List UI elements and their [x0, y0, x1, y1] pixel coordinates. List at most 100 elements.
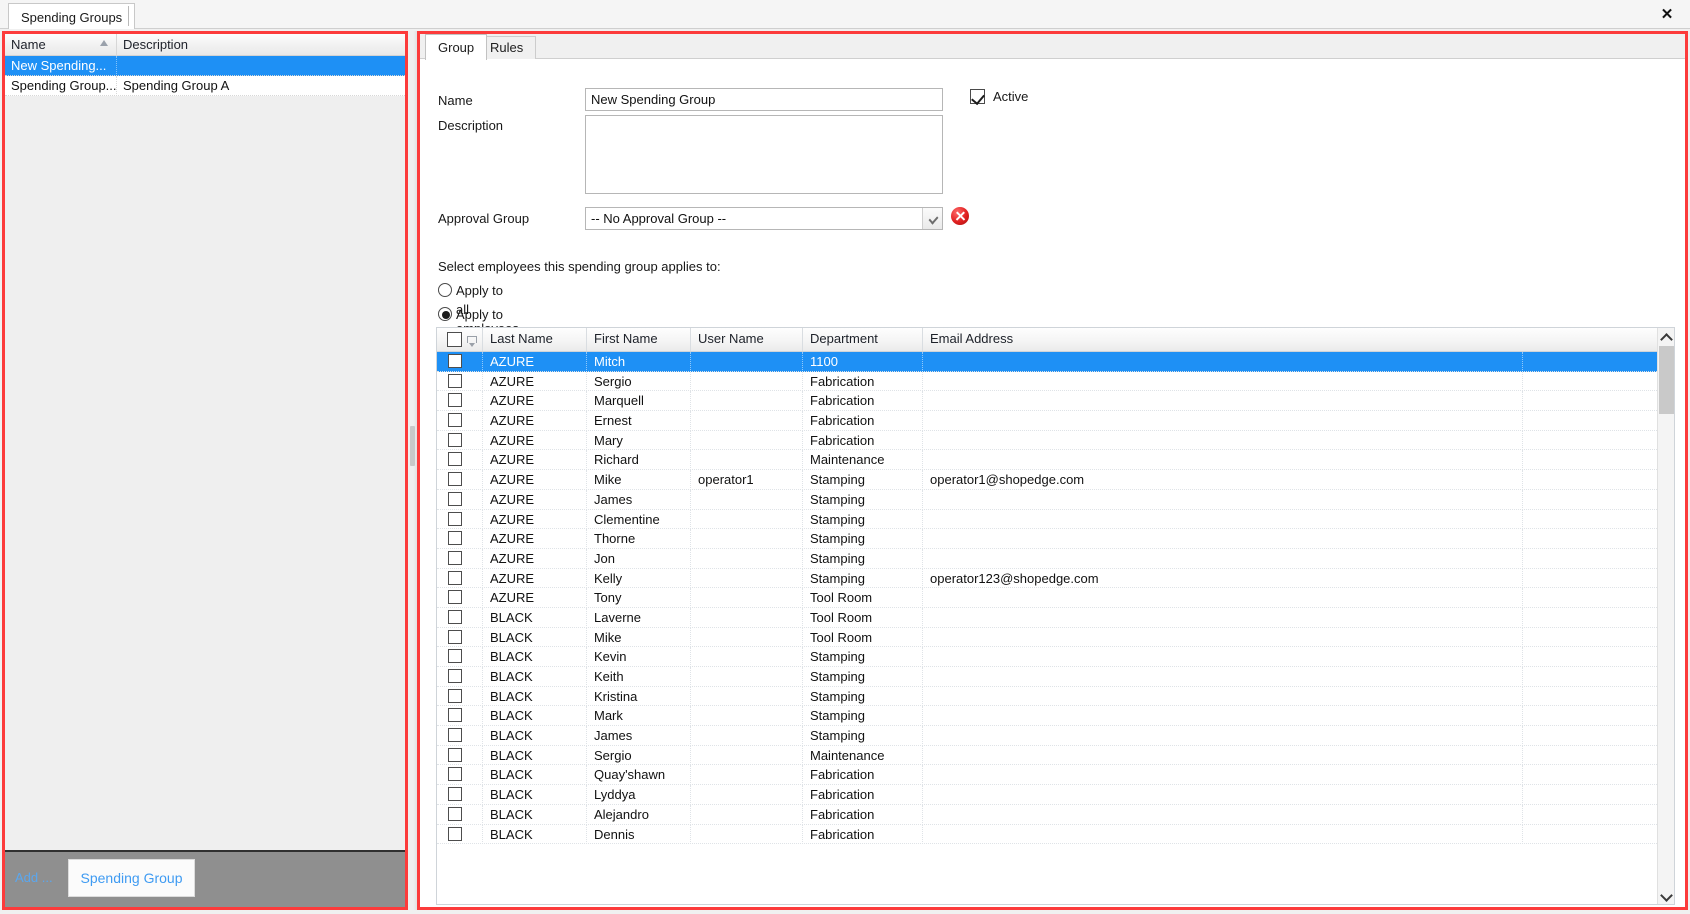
table-row[interactable]: BLACK Alejandro Fabrication	[437, 804, 1657, 825]
row-checkbox[interactable]	[448, 432, 462, 447]
scroll-down-icon[interactable]	[1658, 887, 1674, 904]
column-header-first-name[interactable]: First Name	[587, 328, 691, 351]
row-checkbox[interactable]	[448, 747, 462, 762]
table-row[interactable]: AZURE Thorne Stamping	[437, 529, 1657, 549]
row-checkbox[interactable]	[448, 413, 462, 428]
table-row[interactable]: BLACK Dennis Fabrication	[437, 824, 1657, 845]
row-checkbox[interactable]	[448, 629, 462, 644]
table-row[interactable]: BLACK Kristina Stamping	[437, 686, 1657, 707]
add-spending-group-button[interactable]: Spending Group	[68, 859, 195, 897]
column-header-department[interactable]: Department	[803, 328, 923, 351]
row-checkbox[interactable]	[448, 393, 462, 408]
table-row[interactable]: AZURE Marquell Fabrication	[437, 391, 1657, 412]
row-checkbox[interactable]	[448, 767, 462, 782]
cell-select[interactable]	[437, 391, 483, 412]
cell-select[interactable]	[437, 548, 483, 569]
cell-select[interactable]	[437, 352, 483, 372]
column-header-select[interactable]	[437, 328, 483, 351]
row-checkbox[interactable]	[448, 708, 462, 723]
select-all-checkbox[interactable]	[447, 332, 462, 347]
table-row[interactable]: AZURE Mike operator1 Stamping operator1@shop…	[437, 470, 1657, 490]
column-header-description[interactable]: Description	[117, 34, 403, 56]
chevron-down-icon[interactable]	[922, 208, 942, 229]
scroll-up-icon[interactable]	[1658, 328, 1674, 345]
table-row[interactable]: AZURE Ernest Fabrication	[437, 411, 1657, 431]
cell-select[interactable]	[437, 529, 483, 549]
spending-group-row-selected[interactable]: New Spending...	[5, 56, 405, 76]
cell-select[interactable]	[437, 371, 483, 392]
table-row[interactable]: AZURE Jon Stamping	[437, 548, 1657, 569]
row-checkbox[interactable]	[448, 570, 462, 585]
row-checkbox[interactable]	[448, 806, 462, 821]
table-row[interactable]: BLACK Quay'shawn Fabrication	[437, 765, 1657, 786]
row-checkbox[interactable]	[448, 590, 462, 605]
cell-select[interactable]	[437, 785, 483, 805]
column-header-user-name[interactable]: User Name	[691, 328, 803, 351]
panel-splitter[interactable]	[408, 31, 417, 910]
cell-select[interactable]	[437, 411, 483, 431]
add-label[interactable]: Add ...	[15, 870, 53, 885]
row-checkbox[interactable]	[448, 669, 462, 683]
cell-select[interactable]	[437, 607, 483, 628]
delete-circle-icon[interactable]	[951, 207, 969, 225]
filter-icon[interactable]	[467, 336, 477, 347]
table-row[interactable]: AZURE Sergio Fabrication	[437, 371, 1657, 392]
row-checkbox[interactable]	[448, 787, 462, 802]
table-row[interactable]: BLACK Kevin Stamping	[437, 647, 1657, 667]
row-checkbox[interactable]	[448, 826, 462, 841]
row-checkbox[interactable]	[448, 472, 462, 487]
table-row[interactable]: BLACK Mike Tool Room	[437, 627, 1657, 648]
cell-select[interactable]	[437, 470, 483, 490]
cell-select[interactable]	[437, 765, 483, 786]
row-checkbox[interactable]	[448, 531, 462, 546]
row-checkbox[interactable]	[448, 609, 462, 624]
table-row[interactable]: BLACK Lyddya Fabrication	[437, 785, 1657, 805]
close-icon[interactable]: ✕	[1654, 2, 1680, 26]
row-checkbox[interactable]	[448, 511, 462, 526]
splitter-grip-icon[interactable]	[410, 426, 415, 466]
scrollbar-thumb[interactable]	[1659, 346, 1674, 414]
row-checkbox[interactable]	[448, 491, 462, 506]
cell-select[interactable]	[437, 450, 483, 471]
table-row[interactable]: AZURE Mitch 1100	[437, 352, 1657, 372]
row-checkbox[interactable]	[448, 688, 462, 703]
cell-select[interactable]	[437, 667, 483, 687]
cell-select[interactable]	[437, 509, 483, 530]
column-header-email-address[interactable]: Email Address	[923, 328, 1523, 351]
row-checkbox[interactable]	[448, 452, 462, 467]
active-checkbox[interactable]	[970, 89, 985, 104]
table-row[interactable]: AZURE Tony Tool Room	[437, 588, 1657, 608]
table-row[interactable]: AZURE Mary Fabrication	[437, 430, 1657, 451]
column-header-last-name[interactable]: Last Name	[483, 328, 587, 351]
table-row[interactable]: BLACK Laverne Tool Room	[437, 607, 1657, 628]
row-checkbox[interactable]	[448, 354, 462, 368]
cell-select[interactable]	[437, 627, 483, 648]
row-checkbox[interactable]	[448, 550, 462, 565]
name-input[interactable]	[585, 88, 943, 111]
cell-select[interactable]	[437, 745, 483, 766]
tab-group[interactable]: Group	[425, 34, 488, 60]
row-checkbox[interactable]	[448, 649, 462, 664]
cell-select[interactable]	[437, 824, 483, 845]
cell-select[interactable]	[437, 489, 483, 510]
description-input[interactable]	[585, 115, 943, 194]
row-checkbox[interactable]	[448, 728, 462, 743]
scrollbar-track[interactable]	[1658, 345, 1674, 887]
table-row[interactable]: AZURE Richard Maintenance	[437, 450, 1657, 471]
employee-table-scrollbar[interactable]	[1657, 328, 1674, 904]
approval-group-select[interactable]: -- No Approval Group --	[585, 207, 943, 230]
table-row[interactable]: AZURE Clementine Stamping	[437, 509, 1657, 530]
spending-group-row[interactable]: Spending Group... Spending Group A	[5, 76, 405, 96]
cell-select[interactable]	[437, 647, 483, 667]
cell-select[interactable]	[437, 430, 483, 451]
table-row[interactable]: BLACK Sergio Maintenance	[437, 745, 1657, 766]
cell-select[interactable]	[437, 726, 483, 746]
cell-select[interactable]	[437, 588, 483, 608]
document-tab-spending-groups[interactable]: Spending Groups	[8, 3, 136, 29]
table-row[interactable]: AZURE Kelly Stamping operator123@shopedge.c…	[437, 568, 1657, 589]
cell-select[interactable]	[437, 686, 483, 707]
cell-select[interactable]	[437, 706, 483, 727]
table-row[interactable]: AZURE James Stamping	[437, 489, 1657, 510]
table-row[interactable]: BLACK Mark Stamping	[437, 706, 1657, 727]
cell-select[interactable]	[437, 568, 483, 589]
